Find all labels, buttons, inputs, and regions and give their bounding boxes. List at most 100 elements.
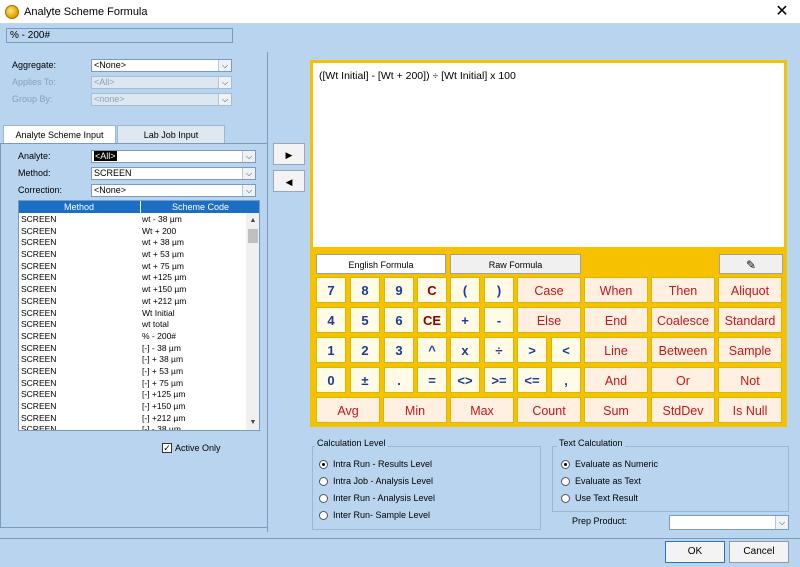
key-less-equal[interactable]: <= <box>517 367 547 393</box>
group-by-combo[interactable]: <none> ⌵ <box>91 93 232 106</box>
key-open-paren[interactable]: ( <box>450 277 480 303</box>
scroll-thumb[interactable] <box>248 229 258 243</box>
scroll-up-icon[interactable]: ▲ <box>246 215 259 227</box>
key-comma[interactable]: , <box>551 367 581 393</box>
table-row[interactable]: SCREEN [-] + 53 µm <box>19 366 245 378</box>
tab-lab-job-input[interactable]: Lab Job Input <box>117 125 225 143</box>
radio-calculation-level-1[interactable] <box>319 477 328 486</box>
key-then[interactable]: Then <box>651 277 715 303</box>
key-divide[interactable]: ÷ <box>484 337 514 363</box>
applies-to-combo[interactable]: <All> ⌵ <box>91 76 232 89</box>
key-max[interactable]: Max <box>450 397 514 423</box>
ok-button[interactable]: OK <box>665 541 725 563</box>
radio-text-calculation-1[interactable] <box>561 477 570 486</box>
key-else[interactable]: Else <box>517 307 581 333</box>
method-combo[interactable]: SCREEN ⌵ <box>91 167 256 180</box>
table-row[interactable]: SCREEN wt +212 µm <box>19 296 245 308</box>
table-row[interactable]: SCREEN [-] - 38 µm <box>19 343 245 355</box>
chevron-down-icon[interactable]: ⌵ <box>218 77 231 88</box>
key-multiply[interactable]: x <box>450 337 480 363</box>
key-8[interactable]: 8 <box>350 277 380 303</box>
key-plus-minus[interactable]: ± <box>350 367 380 393</box>
key-7[interactable]: 7 <box>316 277 346 303</box>
key-when[interactable]: When <box>584 277 648 303</box>
scheme-name-field[interactable]: % - 200# <box>6 28 233 43</box>
chevron-down-icon[interactable]: ⌵ <box>775 516 788 529</box>
chevron-down-icon[interactable]: ⌵ <box>218 94 231 105</box>
correction-combo[interactable]: <None> ⌵ <box>91 184 256 197</box>
radio-label[interactable]: Intra Run - Results Level <box>333 459 432 469</box>
key-c[interactable]: C <box>417 277 447 303</box>
key-decimal[interactable]: . <box>384 367 414 393</box>
scroll-down-icon[interactable]: ▼ <box>246 417 259 429</box>
table-row[interactable]: SCREEN wt +125 µm <box>19 272 245 284</box>
key-count[interactable]: Count <box>517 397 581 423</box>
table-row[interactable]: SCREEN [-] + 75 µm <box>19 378 245 390</box>
move-right-button[interactable]: ▶ <box>273 143 305 165</box>
table-row[interactable]: SCREEN wt + 75 µm <box>19 261 245 273</box>
prep-product-combo[interactable]: ⌵ <box>669 515 789 530</box>
move-left-button[interactable]: ◀ <box>273 170 305 192</box>
formula-editor[interactable]: ([Wt Initial] - [Wt + 200]) ÷ [Wt Initia… <box>310 60 787 250</box>
chevron-down-icon[interactable]: ⌵ <box>242 168 255 179</box>
radio-calculation-level-2[interactable] <box>319 494 328 503</box>
radio-label[interactable]: Intra Job - Analysis Level <box>333 476 433 486</box>
key-min[interactable]: Min <box>383 397 447 423</box>
key-less-than[interactable]: < <box>551 337 581 363</box>
tab-raw-formula[interactable]: Raw Formula <box>450 254 581 274</box>
edit-formula-button[interactable]: ✎ <box>719 254 783 274</box>
radio-calculation-level-0[interactable] <box>319 460 328 469</box>
key-greater-than[interactable]: > <box>517 337 547 363</box>
key-3[interactable]: 3 <box>384 337 414 363</box>
table-row[interactable]: SCREEN wt +150 µm <box>19 284 245 296</box>
table-row[interactable]: SCREEN Wt + 200 <box>19 226 245 238</box>
column-scheme-code[interactable]: Scheme Code <box>140 201 259 213</box>
key-and[interactable]: And <box>584 367 648 393</box>
table-row[interactable]: SCREEN wt + 38 µm <box>19 237 245 249</box>
key-equals[interactable]: = <box>417 367 447 393</box>
column-method[interactable]: Method <box>19 201 139 213</box>
key-standard[interactable]: Standard <box>718 307 782 333</box>
key-ce[interactable]: CE <box>417 307 447 333</box>
scheme-code-grid[interactable]: Method Scheme Code SCREEN wt - 38 µm SCREE… <box>18 200 260 431</box>
key-not[interactable]: Not <box>718 367 782 393</box>
key-between[interactable]: Between <box>651 337 715 363</box>
key-1[interactable]: 1 <box>316 337 346 363</box>
table-row[interactable]: SCREEN % - 200# <box>19 331 245 343</box>
key-is-null[interactable]: Is Null <box>718 397 782 423</box>
radio-label[interactable]: Evaluate as Text <box>575 476 641 486</box>
radio-text-calculation-0[interactable] <box>561 460 570 469</box>
key-or[interactable]: Or <box>651 367 715 393</box>
chevron-down-icon[interactable]: ⌵ <box>242 185 255 196</box>
radio-text-calculation-2[interactable] <box>561 494 570 503</box>
key-aliquot[interactable]: Aliquot <box>718 277 782 303</box>
cancel-button[interactable]: Cancel <box>729 541 789 563</box>
radio-label[interactable]: Use Text Result <box>575 493 638 503</box>
chevron-down-icon[interactable]: ⌵ <box>218 60 231 71</box>
key-stddev[interactable]: StdDev <box>651 397 715 423</box>
key-end[interactable]: End <box>584 307 648 333</box>
active-only-checkbox[interactable]: ✓ <box>162 443 172 453</box>
table-row[interactable]: SCREEN [-] - 38 µm <box>19 424 245 430</box>
key-plus[interactable]: + <box>450 307 480 333</box>
aggregate-combo[interactable]: <None> ⌵ <box>91 59 232 72</box>
key-power[interactable]: ^ <box>417 337 447 363</box>
key-5[interactable]: 5 <box>350 307 380 333</box>
grid-scrollbar[interactable]: ▲ ▼ <box>246 213 259 430</box>
key-6[interactable]: 6 <box>384 307 414 333</box>
key-coalesce[interactable]: Coalesce <box>651 307 715 333</box>
table-row[interactable]: SCREEN wt - 38 µm <box>19 214 245 226</box>
table-row[interactable]: SCREEN wt + 53 µm <box>19 249 245 261</box>
radio-calculation-level-3[interactable] <box>319 511 328 520</box>
key-sample[interactable]: Sample <box>718 337 782 363</box>
key-avg[interactable]: Avg <box>316 397 380 423</box>
analyte-combo[interactable]: <All> ⌵ <box>91 150 256 163</box>
key-not-equal[interactable]: <> <box>450 367 480 393</box>
key-sum[interactable]: Sum <box>584 397 648 423</box>
key-0[interactable]: 0 <box>316 367 346 393</box>
tab-english-formula[interactable]: English Formula <box>316 254 446 274</box>
chevron-down-icon[interactable]: ⌵ <box>242 151 255 162</box>
table-row[interactable]: SCREEN [-] + 38 µm <box>19 354 245 366</box>
key-minus[interactable]: - <box>484 307 514 333</box>
table-row[interactable]: SCREEN wt total <box>19 319 245 331</box>
